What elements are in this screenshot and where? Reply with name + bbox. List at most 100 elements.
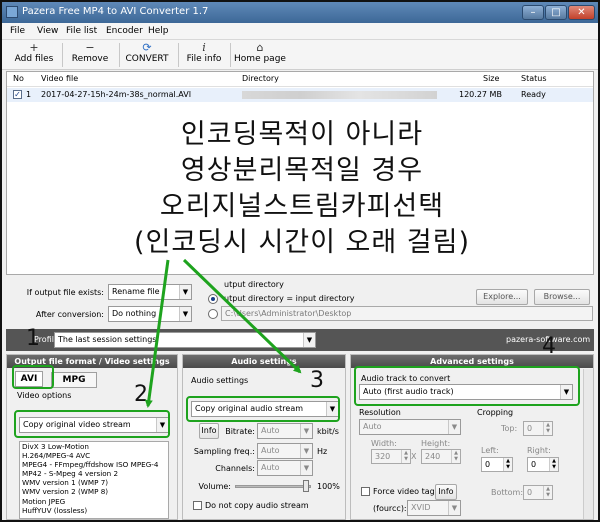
- menu-bar: File View File list Encoder Help: [2, 23, 598, 40]
- menu-file[interactable]: File: [10, 26, 25, 36]
- list-item[interactable]: H.264/MPEG-4 AVC: [20, 451, 168, 460]
- volume-slider-track: [235, 485, 311, 488]
- fourcc-select[interactable]: XVID ▼: [407, 500, 461, 516]
- output-directory-field[interactable]: C:\Users\Administrator\Desktop: [221, 306, 593, 321]
- browse-button[interactable]: Browse...: [534, 289, 590, 305]
- crop-left-input[interactable]: 0 ▲ ▼: [481, 457, 513, 472]
- annotation-number-4: 4: [542, 334, 556, 359]
- close-button[interactable]: ✕: [568, 5, 595, 20]
- column-status[interactable]: Status: [521, 74, 547, 83]
- sampling-label: Sampling freq.:: [193, 447, 255, 456]
- menu-help[interactable]: Help: [148, 26, 169, 36]
- resolution-select[interactable]: Auto ▼: [359, 419, 461, 435]
- spinner-arrows-icon[interactable]: ▲ ▼: [503, 458, 512, 471]
- bottom-label: Bottom:: [491, 488, 524, 497]
- chevron-down-icon: ▼: [300, 444, 312, 458]
- list-item[interactable]: Motion JPEG: [20, 497, 168, 506]
- convert-icon: ⟳: [142, 41, 152, 54]
- table-row[interactable]: ✓ 1 2017-04-27-15h-24m-38s_normal.AVI 12…: [7, 88, 593, 102]
- scrollbar[interactable]: [583, 369, 593, 519]
- bitrate-unit: kbit/s: [317, 427, 339, 436]
- row-status: Ready: [521, 90, 546, 99]
- bitrate-select[interactable]: Auto ▼: [257, 423, 313, 439]
- crop-right-input[interactable]: 0 ▲ ▼: [527, 457, 559, 472]
- home-page-button[interactable]: ⌂ Home page: [233, 41, 287, 69]
- crop-bottom-input[interactable]: 0 ▲ ▼: [523, 485, 553, 500]
- convert-button[interactable]: ⟳ CONVERT: [124, 41, 170, 69]
- after-conversion-select[interactable]: Do nothing ▼: [108, 306, 192, 322]
- row-file-name: 2017-04-27-15h-24m-38s_normal.AVI: [41, 90, 192, 99]
- video-codec-select[interactable]: Copy original video stream ▼: [19, 417, 169, 433]
- no-copy-audio-label: Do not copy audio stream: [205, 501, 309, 510]
- input-directory-radio[interactable]: [208, 294, 218, 304]
- spinner-arrows-icon[interactable]: ▲ ▼: [451, 450, 460, 463]
- menu-view[interactable]: View: [37, 26, 58, 36]
- menu-encoder[interactable]: Encoder: [106, 26, 143, 36]
- window-title: Pazera Free MP4 to AVI Converter 1.7: [22, 6, 209, 17]
- column-video-file[interactable]: Video file: [41, 74, 78, 83]
- file-list[interactable]: No Video file Directory Size Status ✓ 1 …: [6, 71, 594, 275]
- menu-file-list[interactable]: File list: [66, 26, 97, 36]
- list-item[interactable]: HuffYUV (lossless): [20, 506, 168, 515]
- spinner-arrows-icon[interactable]: ▲ ▼: [401, 450, 410, 463]
- volume-slider-handle[interactable]: [303, 480, 309, 492]
- spinner-arrows-icon[interactable]: ▲ ▼: [543, 422, 552, 435]
- video-options-label: Video options: [17, 391, 72, 400]
- row-checkbox[interactable]: ✓: [13, 90, 22, 99]
- cropping-label: Cropping: [477, 408, 514, 417]
- spinner-arrows-icon[interactable]: ▲ ▼: [549, 458, 558, 471]
- column-size[interactable]: Size: [483, 74, 499, 83]
- chevron-down-icon: ▼: [448, 420, 460, 434]
- audio-track-select[interactable]: Auto (first audio track) ▼: [359, 384, 573, 400]
- fourcc-info-button[interactable]: Info: [435, 484, 457, 500]
- custom-directory-radio[interactable]: [208, 309, 218, 319]
- tab-avi[interactable]: AVI: [15, 371, 43, 387]
- force-video-tag-label: Force video tag: [373, 487, 435, 496]
- left-label: Left:: [481, 446, 499, 455]
- output-directory-label: utput directory: [224, 280, 284, 289]
- remove-button[interactable]: − Remove: [68, 41, 112, 69]
- list-item[interactable]: WMV version 1 (WMP 7): [20, 478, 168, 487]
- toolbar-separator: [230, 43, 231, 67]
- crop-top-input[interactable]: 0 ▲ ▼: [523, 421, 553, 436]
- width-label: Width:: [371, 439, 397, 448]
- annotation-number-3: 3: [310, 368, 324, 393]
- advanced-panel-title: Advanced settings: [351, 355, 593, 368]
- column-directory[interactable]: Directory: [242, 74, 279, 83]
- maximize-button[interactable]: □: [545, 5, 567, 20]
- resolution-label: Resolution: [359, 408, 401, 417]
- explore-button[interactable]: Explore...: [476, 289, 528, 305]
- channels-select[interactable]: Auto ▼: [257, 460, 313, 476]
- channels-label: Channels:: [215, 464, 255, 473]
- profile-bar: Profile: The last session settings ▼ paz…: [6, 329, 594, 351]
- width-input[interactable]: 320 ▲ ▼: [371, 449, 411, 464]
- video-panel-title: Output file format / Video settings: [7, 355, 177, 368]
- audio-info-button[interactable]: Info: [199, 423, 219, 439]
- minimize-button[interactable]: –: [522, 5, 544, 20]
- sampling-select[interactable]: Auto ▼: [257, 443, 313, 459]
- spinner-arrows-icon[interactable]: ▲ ▼: [543, 486, 552, 499]
- video-codec-list[interactable]: DivX 3 Low-Motion H.264/MPEG-4 AVC MPEG4…: [19, 441, 169, 519]
- file-info-button[interactable]: i File info: [184, 41, 224, 69]
- column-no[interactable]: No: [13, 74, 24, 83]
- after-conversion-label: After conversion:: [35, 310, 104, 319]
- tab-mpg[interactable]: MPG: [51, 372, 97, 388]
- times-sign: X: [411, 452, 417, 461]
- force-video-tag-checkbox[interactable]: [361, 487, 370, 496]
- height-input[interactable]: 240 ▲ ▼: [421, 449, 461, 464]
- list-item[interactable]: MPEG4 - FFmpeg/ffdshow ISO MPEG-4: [20, 460, 168, 469]
- if-exists-select[interactable]: Rename file ▼: [108, 284, 192, 300]
- no-copy-audio-checkbox[interactable]: [193, 501, 202, 510]
- file-list-header: No Video file Directory Size Status: [7, 72, 593, 87]
- list-item[interactable]: WMV version 2 (WMP 8): [20, 487, 168, 496]
- list-item[interactable]: MP42 - S-Mpeg 4 version 2: [20, 469, 168, 478]
- add-files-button[interactable]: + Add files: [12, 41, 56, 69]
- list-item[interactable]: DivX 3 Low-Motion: [20, 442, 168, 451]
- audio-codec-select[interactable]: Copy original audio stream ▼: [191, 401, 339, 417]
- audio-panel-title: Audio settings: [183, 355, 345, 368]
- chevron-down-icon: ▼: [560, 385, 572, 399]
- profile-select[interactable]: The last session settings ▼: [54, 332, 316, 348]
- info-icon: i: [202, 41, 206, 54]
- app-icon: [6, 6, 18, 18]
- toolbar: + Add files − Remove ⟳ CONVERT i File in…: [2, 40, 598, 70]
